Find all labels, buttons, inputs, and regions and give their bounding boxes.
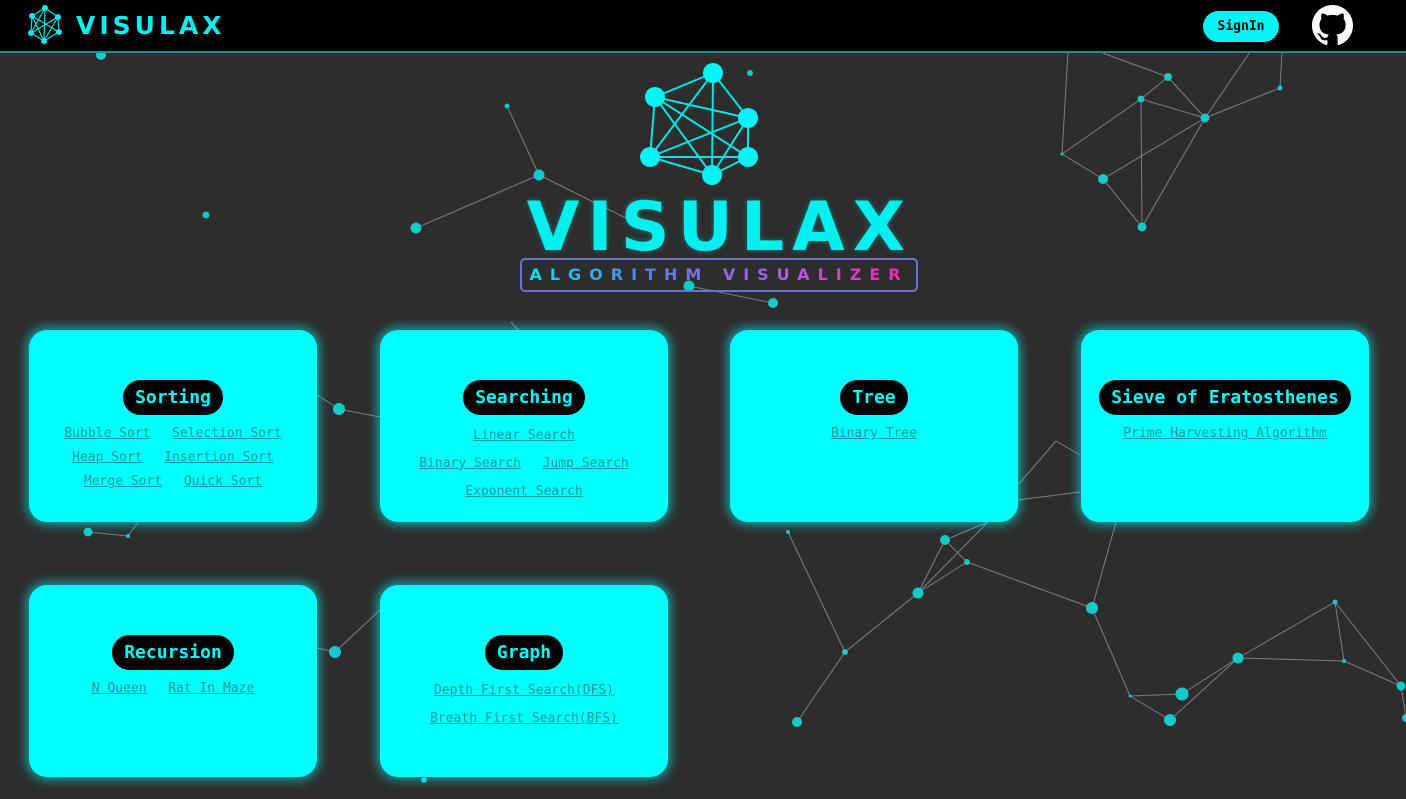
card-tree: Tree Binary Tree: [730, 330, 1018, 522]
card-sieve: Sieve of Eratosthenes Prime Harvesting A…: [1081, 330, 1369, 522]
link-binary-tree[interactable]: Binary Tree: [831, 423, 917, 445]
link-bubble-sort[interactable]: Bubble Sort: [64, 423, 150, 445]
link-jump-search[interactable]: Jump Search: [543, 451, 629, 477]
card-title-sieve[interactable]: Sieve of Eratosthenes: [1099, 380, 1351, 415]
card-sorting: Sorting Bubble Sort Selection Sort Heap …: [29, 330, 317, 522]
link-insertion-sort[interactable]: Insertion Sort: [164, 447, 274, 469]
card-title-tree[interactable]: Tree: [840, 380, 908, 415]
link-rat-in-maze[interactable]: Rat In Maze: [168, 678, 254, 700]
link-bfs[interactable]: Breath First Search(BFS): [430, 706, 618, 732]
link-linear-search[interactable]: Linear Search: [473, 423, 575, 449]
card-title-searching[interactable]: Searching: [463, 380, 585, 415]
card-graph: Graph Depth First Search(DFS) Breath Fir…: [380, 585, 668, 777]
link-binary-search[interactable]: Binary Search: [419, 451, 521, 477]
link-prime-harvesting[interactable]: Prime Harvesting Algorithm: [1123, 423, 1327, 445]
github-icon[interactable]: [1312, 5, 1353, 46]
link-quick-sort[interactable]: Quick Sort: [184, 471, 262, 493]
card-title-sorting[interactable]: Sorting: [123, 380, 223, 415]
link-exponent-search[interactable]: Exponent Search: [465, 479, 582, 505]
network-logo-icon: [28, 5, 62, 44]
brand-name: VISULAX: [76, 10, 226, 40]
card-searching: Searching Linear Search Binary Search Ju…: [380, 330, 668, 522]
link-dfs[interactable]: Depth First Search(DFS): [434, 678, 614, 704]
link-selection-sort[interactable]: Selection Sort: [172, 423, 282, 445]
card-title-recursion[interactable]: Recursion: [112, 635, 234, 670]
hero-subtitle: ALGORITHM VISUALIZER: [520, 258, 918, 292]
hero-network-logo-icon: [640, 63, 758, 185]
hero: VISULAX ALGORITHM VISUALIZER: [480, 60, 960, 300]
signin-button[interactable]: SignIn: [1203, 11, 1279, 42]
link-n-queen[interactable]: N Queen: [92, 678, 147, 700]
card-recursion: Recursion N Queen Rat In Maze: [29, 585, 317, 777]
card-title-graph[interactable]: Graph: [484, 635, 564, 670]
link-heap-sort[interactable]: Heap Sort: [72, 447, 142, 469]
link-merge-sort[interactable]: Merge Sort: [84, 471, 162, 493]
navbar: VISULAX SignIn: [0, 0, 1406, 53]
hero-title: VISULAX: [526, 188, 914, 267]
nav-brand[interactable]: VISULAX: [26, 5, 226, 45]
